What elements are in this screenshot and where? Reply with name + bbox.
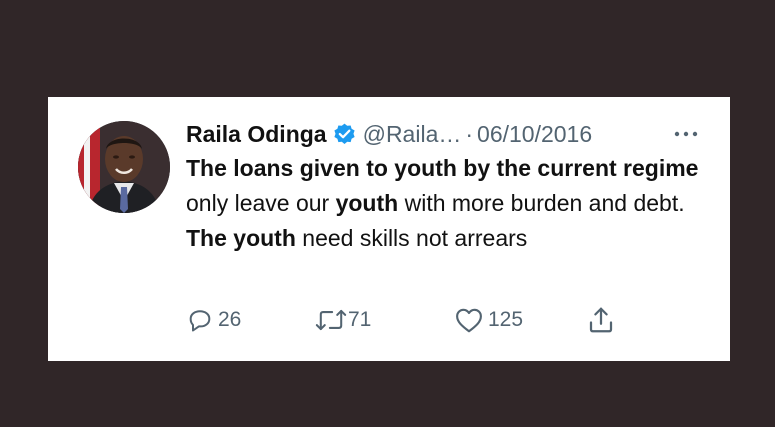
tweet-text-bold-1: The loans given to youth by the current … — [186, 155, 699, 181]
tweet-text-plain-1: only leave our — [186, 190, 336, 216]
tweet-text: The loans given to youth by the current … — [186, 151, 706, 256]
tweet-text-plain-2: with more burden and debt. — [398, 190, 685, 216]
tweet-text-plain-3: need skills not arrears — [295, 225, 528, 251]
retweet-icon — [314, 306, 348, 334]
tweet-date[interactable]: 06/10/2016 — [477, 117, 592, 151]
tweet-header: Raila Odinga @Raila… · 06/10/2016 — [186, 117, 592, 151]
tweet-actions: 26 71 125 — [186, 303, 706, 337]
tweet-text-bold-3: The youth — [186, 225, 296, 251]
author-handle[interactable]: @Raila… — [363, 117, 462, 151]
avatar[interactable] — [78, 121, 170, 213]
more-icon[interactable] — [671, 119, 701, 149]
separator: · — [465, 121, 474, 147]
like-count: 125 — [488, 308, 524, 331]
reply-count: 26 — [218, 308, 242, 331]
reply-button[interactable]: 26 — [186, 303, 241, 337]
retweet-button[interactable]: 71 — [314, 303, 371, 337]
like-button[interactable]: 125 — [454, 303, 523, 337]
author-name[interactable]: Raila Odinga — [186, 117, 327, 151]
share-icon — [586, 305, 616, 335]
tweet-text-bold-2: youth — [335, 190, 399, 216]
heart-icon — [454, 306, 484, 334]
share-button[interactable] — [586, 303, 616, 337]
retweet-count: 71 — [348, 308, 372, 331]
tweet-card[interactable]: Raila Odinga @Raila… · 06/10/2016 The lo… — [48, 97, 730, 361]
verified-badge-icon — [332, 122, 357, 147]
reply-icon — [186, 306, 214, 334]
